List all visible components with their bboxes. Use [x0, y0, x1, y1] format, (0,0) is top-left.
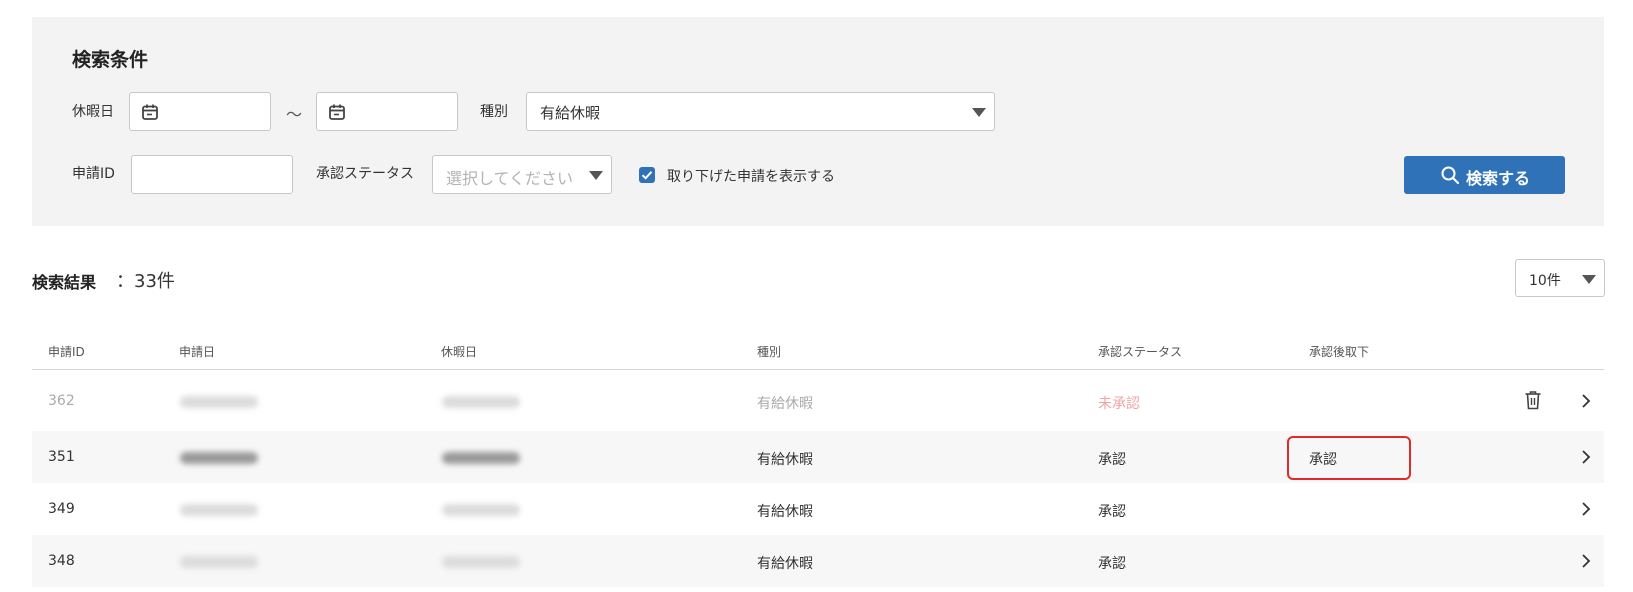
cell-holiday-date-redacted: [442, 556, 520, 568]
type-select[interactable]: 有給休暇: [526, 92, 995, 131]
per-page-select[interactable]: 10件: [1515, 259, 1605, 297]
chevron-right-icon[interactable]: [1579, 393, 1593, 409]
table-row[interactable]: 348 有給休暇 承認: [32, 535, 1604, 587]
cell-approval-status: 承認: [1098, 556, 1126, 572]
per-page-value: 10件: [1529, 273, 1561, 289]
column-header-application-id: 申請ID: [48, 345, 85, 359]
cell-application-id: 362: [48, 393, 75, 409]
column-header-withdrawn-after-approval: 承認後取下: [1309, 345, 1370, 359]
calendar-icon: [329, 104, 345, 120]
cell-application-date-redacted: [180, 504, 258, 516]
chevron-right-icon[interactable]: [1579, 501, 1593, 517]
search-title: 検索条件: [72, 49, 149, 71]
holiday-label: 休暇日: [72, 104, 114, 120]
cell-type: 有給休暇: [757, 452, 813, 468]
cell-application-date-redacted: [180, 556, 258, 568]
approval-status-select[interactable]: 選択してください: [432, 155, 612, 194]
search-button-label: 検索する: [1466, 169, 1531, 188]
cell-type: 有給休暇: [757, 504, 813, 520]
cell-application-id: 348: [48, 553, 75, 569]
table-row[interactable]: 362 有給休暇 未承認: [32, 375, 1604, 427]
chevron-right-icon[interactable]: [1579, 553, 1593, 569]
search-panel: 検索条件 休暇日 ～ 種別 有給休暇 申請ID 承認ステータス 選択してください: [32, 17, 1604, 226]
cell-application-date-redacted: [180, 396, 258, 408]
check-icon: [641, 171, 653, 180]
results-title: 検索結果: [32, 273, 97, 292]
show-withdrawn-checkbox[interactable]: [639, 167, 655, 183]
holiday-end-field[interactable]: [316, 92, 458, 131]
search-button[interactable]: 検索する: [1404, 156, 1565, 194]
chevron-down-icon: [1582, 275, 1596, 284]
chevron-down-icon: [589, 171, 603, 180]
table-row[interactable]: 349 有給休暇 承認: [32, 483, 1604, 535]
cell-approval-status: 未承認: [1098, 396, 1140, 412]
chevron-down-icon: [972, 108, 986, 117]
cell-approval-status: 承認: [1098, 504, 1126, 520]
calendar-icon: [142, 104, 158, 120]
highlight-box: [1287, 436, 1411, 480]
cell-type: 有給休暇: [757, 396, 813, 412]
column-header-holiday-date: 休暇日: [441, 345, 478, 359]
results-count: ：33件: [116, 271, 175, 292]
cell-application-id: 351: [48, 449, 75, 465]
column-header-type: 種別: [757, 345, 782, 359]
cell-application-date-redacted: [180, 452, 258, 464]
range-separator: ～: [286, 105, 303, 124]
cell-holiday-date-redacted: [442, 504, 520, 516]
chevron-right-icon[interactable]: [1579, 449, 1593, 465]
cell-holiday-date-redacted: [442, 396, 520, 408]
column-header-approval-status: 承認ステータス: [1098, 345, 1183, 359]
search-icon: [1441, 166, 1460, 185]
type-label: 種別: [480, 104, 508, 120]
cell-approval-status: 承認: [1098, 452, 1126, 468]
approval-status-placeholder: 選択してください: [446, 169, 574, 188]
application-id-input[interactable]: [131, 155, 293, 194]
cell-holiday-date-redacted: [442, 452, 520, 464]
application-id-label: 申請ID: [72, 166, 115, 182]
column-header-application-date: 申請日: [179, 345, 216, 359]
approval-status-label: 承認ステータス: [316, 166, 414, 182]
holiday-start-field[interactable]: [129, 92, 271, 131]
show-withdrawn-label[interactable]: 取り下げた申請を表示する: [667, 166, 835, 186]
cell-application-id: 349: [48, 501, 75, 517]
trash-icon[interactable]: [1524, 390, 1542, 410]
table-header-divider: [32, 369, 1604, 370]
cell-type: 有給休暇: [757, 556, 813, 572]
type-select-value: 有給休暇: [540, 104, 601, 122]
